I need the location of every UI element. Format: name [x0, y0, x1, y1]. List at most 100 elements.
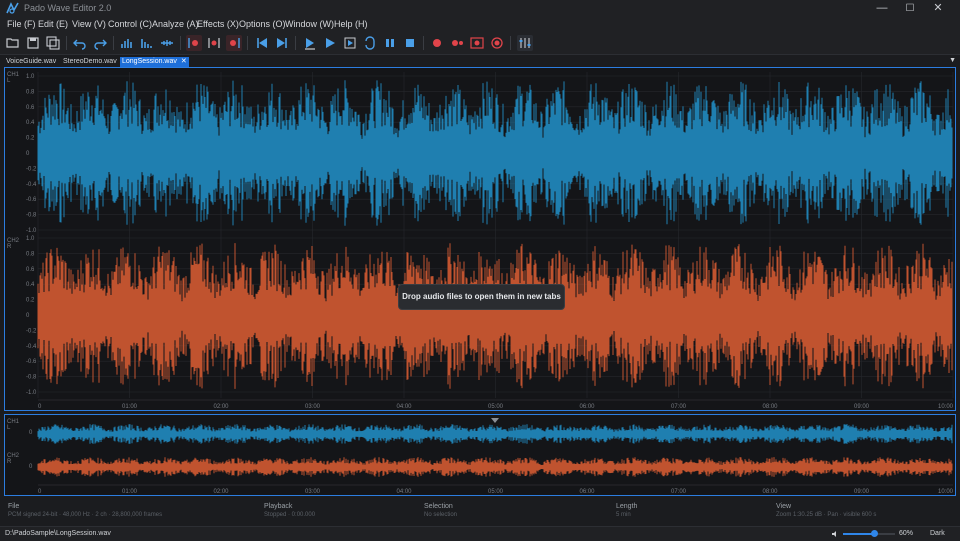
- record-punch-icon[interactable]: [469, 35, 485, 51]
- time-tick-label: 05:00: [488, 404, 504, 410]
- time-tick-label: 07:00: [671, 404, 687, 410]
- tab-label: LongSession.wav: [122, 58, 177, 65]
- y-tick-label-ch2: -0.2: [26, 328, 37, 334]
- y-tick-label-ch2: 0: [26, 313, 30, 319]
- menu-window[interactable]: Window (W): [285, 19, 334, 29]
- y-tick-label-ch1: -1.0: [26, 228, 37, 234]
- y-tick-label-ch2: 0.8: [26, 251, 35, 257]
- status-selection-header: Selection: [424, 503, 453, 510]
- save-all-icon[interactable]: [45, 35, 61, 51]
- toolbar-separator: [66, 36, 67, 50]
- toolbar-separator: [423, 36, 424, 50]
- overview-ch2-sub-label: R: [7, 459, 12, 465]
- waveform-view[interactable]: 1.0 1.0 0.8 0.8 0.6 0.6 0.4 0.4 0.2 0.2 0 0 -0.2 -0.2…: [4, 67, 956, 411]
- y-tick-label-ch2: -1.0: [26, 390, 37, 396]
- volume-thumb[interactable]: [871, 530, 879, 537]
- tab-stereodemo[interactable]: StereoDemo.wav: [61, 57, 119, 67]
- overview-time-tick-label: 02:00: [213, 489, 229, 495]
- status-playback-header: Playback: [264, 503, 293, 510]
- undo-icon[interactable]: [72, 35, 88, 51]
- save-icon[interactable]: [25, 35, 41, 51]
- spectrum-icon[interactable]: [139, 35, 155, 51]
- overview-time-tick-label: 07:00: [671, 489, 687, 495]
- record-monitor-icon[interactable]: [489, 35, 505, 51]
- y-tick-label-ch2: 1.0: [26, 236, 35, 242]
- tab-longsession[interactable]: LongSession.wav ✕: [120, 57, 189, 67]
- menu-edit[interactable]: Edit (E): [38, 19, 68, 29]
- y-tick-label-ch1: 1.0: [26, 74, 35, 80]
- overview-canvas[interactable]: 0 01:00 02:00 03:00 04:00 05:00 06:00 07:00 08:0…: [5, 415, 955, 495]
- y-tick-label-ch1: -0.8: [26, 213, 37, 219]
- time-tick-label: 09:00: [854, 404, 870, 410]
- y-tick-label-ch1: 0.6: [26, 105, 35, 111]
- time-tick-label: 06:00: [579, 404, 595, 410]
- overview-ch2-waveform: [37, 457, 953, 477]
- menu-view[interactable]: View (V): [72, 19, 106, 29]
- redo-icon[interactable]: [92, 35, 108, 51]
- menu-file[interactable]: File (F): [7, 19, 36, 29]
- maximize-button[interactable]: ☐: [896, 0, 924, 17]
- toolbar: [0, 32, 960, 55]
- toolbar-separator: [247, 36, 248, 50]
- overview-time-tick-label: 08:00: [762, 489, 778, 495]
- overview-strip[interactable]: 0 01:00 02:00 03:00 04:00 05:00 06:00 07:00 08:0…: [4, 414, 956, 496]
- menu-help[interactable]: Help (H): [334, 19, 368, 29]
- volume-icon[interactable]: [831, 530, 839, 538]
- y-tick-label-ch2: 0.6: [26, 267, 35, 273]
- time-tick-label: 02:00: [213, 404, 229, 410]
- y-tick-label-ch2: -0.8: [26, 375, 37, 381]
- y-tick-label-ch2: 0.4: [26, 282, 35, 288]
- record-icon[interactable]: [429, 35, 445, 51]
- volume-slider[interactable]: [843, 530, 895, 537]
- play-selection-icon[interactable]: [302, 35, 318, 51]
- waveform-canvas[interactable]: 1.0 1.0 0.8 0.8 0.6 0.6 0.4 0.4 0.2 0.2 0 0 -0.2 -0.2…: [5, 68, 955, 410]
- play-from-cursor-icon[interactable]: [342, 35, 358, 51]
- pause-icon[interactable]: [382, 35, 398, 51]
- overview-time-tick-label: 04:00: [396, 489, 412, 495]
- time-tick-label: 03:00: [305, 404, 321, 410]
- menu-analyze[interactable]: Analyze (A): [152, 19, 199, 29]
- window-title: Pado Wave Editor 2.0: [24, 3, 112, 13]
- fit-icon[interactable]: [159, 35, 175, 51]
- overview-ch1-zero-label: 0: [29, 430, 33, 436]
- y-tick-label-ch1: -0.6: [26, 197, 37, 203]
- marker-right-icon[interactable]: [226, 35, 242, 51]
- status-bar: D:\PadoSample\LongSession.wav 60% Dark: [0, 526, 960, 541]
- open-file-icon[interactable]: [5, 35, 21, 51]
- tab-dropdown-icon[interactable]: ▼: [949, 57, 956, 64]
- skip-end-icon[interactable]: [274, 35, 290, 51]
- mixer-icon[interactable]: [517, 35, 533, 51]
- close-button[interactable]: ✕: [924, 0, 952, 17]
- tab-voiceguide[interactable]: VoiceGuide.wav: [4, 57, 58, 67]
- toolbar-separator: [180, 36, 181, 50]
- skip-start-icon[interactable]: [254, 35, 270, 51]
- y-tick-label-ch2: -0.4: [26, 344, 37, 350]
- y-tick-label-ch1: -0.4: [26, 182, 37, 188]
- record-append-icon[interactable]: [449, 35, 465, 51]
- status-length-value: 5 min: [616, 512, 631, 518]
- menu-effects[interactable]: Effects (X): [197, 19, 239, 29]
- status-playback-value: Stopped · 0:00.000: [264, 512, 316, 518]
- marker-left-icon[interactable]: [186, 35, 202, 51]
- overview-ch1-waveform: [37, 424, 953, 444]
- volume-fill: [843, 533, 875, 535]
- y-tick-label-ch2: 0.2: [26, 298, 35, 304]
- app-logo-icon: [6, 2, 19, 14]
- overview-time-tick-label: 03:00: [305, 489, 321, 495]
- ch2-waveform: [37, 243, 953, 389]
- overview-time-tick-label: 01:00: [122, 489, 138, 495]
- marker-center-icon[interactable]: [206, 35, 222, 51]
- stop-icon[interactable]: [402, 35, 418, 51]
- loop-icon[interactable]: [362, 35, 378, 51]
- play-icon[interactable]: [322, 35, 338, 51]
- bars-icon[interactable]: [119, 35, 135, 51]
- tab-close-icon[interactable]: ✕: [181, 58, 187, 65]
- toolbar-separator: [113, 36, 114, 50]
- toolbar-separator: [295, 36, 296, 50]
- menu-options[interactable]: Options (O): [239, 19, 286, 29]
- status-file-header: File: [8, 503, 20, 510]
- theme-label[interactable]: Dark: [930, 530, 945, 537]
- minimize-button[interactable]: —: [868, 0, 896, 17]
- menu-control[interactable]: Control (C): [108, 19, 152, 29]
- overview-ch2-zero-label: 0: [29, 464, 33, 470]
